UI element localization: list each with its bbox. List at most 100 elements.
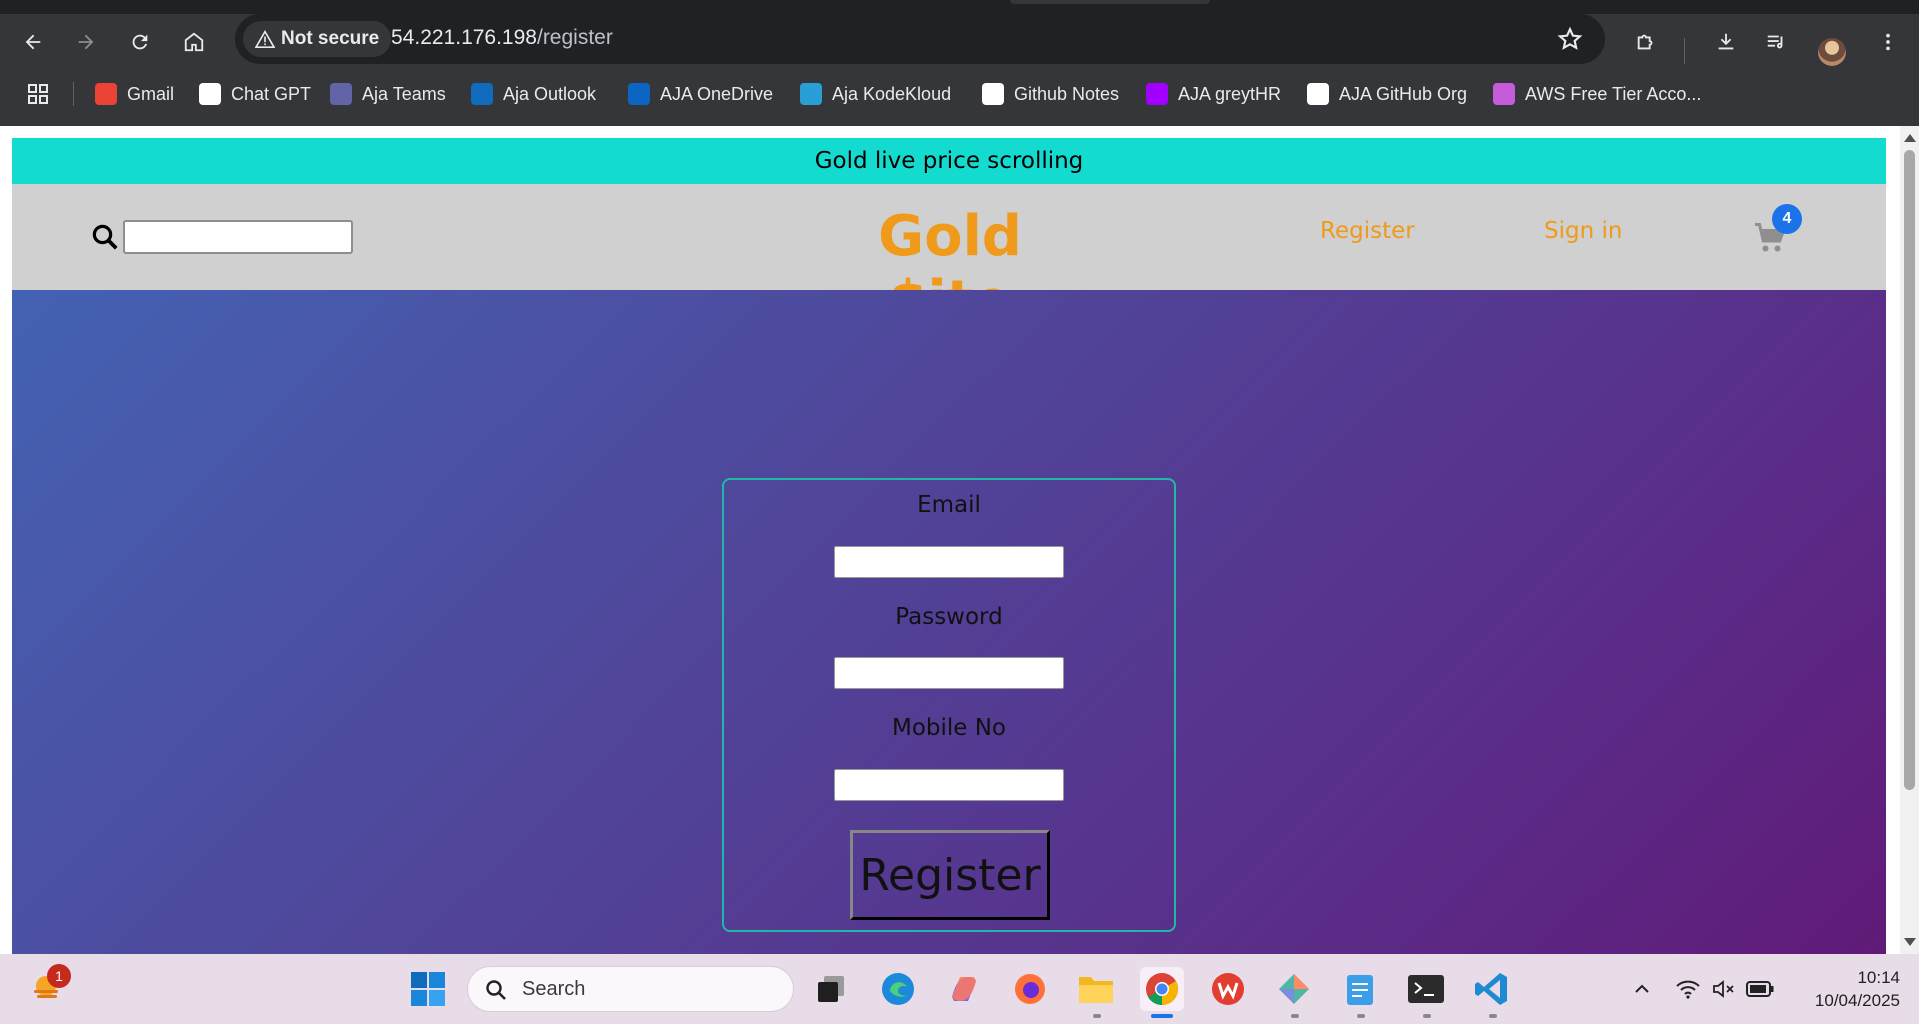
kodekloud-icon (800, 83, 822, 105)
browser-chrome: Not secure 54.221.176.198/register Gmail… (0, 0, 1919, 126)
show-hidden-icons-button[interactable] (1620, 967, 1664, 1011)
terminal-icon (1408, 975, 1444, 1003)
bookmark-item[interactable]: AJA OneDrive (628, 80, 773, 108)
bookmark-item[interactable]: Aja Outlook (471, 80, 596, 108)
page-scrollbar[interactable] (1900, 126, 1919, 954)
register-link[interactable]: Register (1320, 218, 1415, 244)
bookmark-label: Gmail (127, 83, 175, 104)
taskbar: 1 Search 10:14 10/04/2025 (0, 954, 1919, 1024)
bookmark-item[interactable]: Aja Teams (330, 80, 446, 108)
scrollbar-thumb[interactable] (1904, 150, 1915, 790)
search-icon[interactable] (90, 222, 120, 252)
web-page: Gold live price scrolling Gold $ite Regi… (0, 126, 1900, 954)
bookmark-label: AJA GitHub Org (1339, 83, 1468, 104)
bookmark-item[interactable]: Github Notes (982, 80, 1119, 108)
security-indicator[interactable]: Not secure (243, 21, 392, 57)
scroll-up-arrow-icon[interactable] (1904, 134, 1916, 142)
system-clock[interactable]: 10:14 10/04/2025 (1790, 966, 1900, 1012)
onedrive-icon (628, 83, 650, 105)
notepad-icon (1347, 975, 1373, 1005)
email-field[interactable] (834, 546, 1064, 578)
register-button[interactable]: Register (850, 830, 1050, 920)
menu-button[interactable] (1870, 24, 1906, 60)
start-button[interactable] (406, 967, 450, 1011)
search-icon (486, 980, 506, 1000)
bookmark-item[interactable]: Gmail (95, 80, 174, 108)
password-field[interactable] (834, 657, 1064, 689)
running-indicator (1489, 1014, 1497, 1018)
github-icon (1307, 83, 1329, 105)
active-tab-edge (1010, 0, 1210, 4)
clock-date: 10/04/2025 (1814, 991, 1900, 1010)
register-form: Email Password Mobile No Register (722, 478, 1176, 932)
vscode-app[interactable] (1470, 967, 1514, 1011)
mobile-label: Mobile No (891, 715, 1007, 741)
sign-in-link[interactable]: Sign in (1544, 218, 1622, 244)
email-label: Email (917, 492, 981, 518)
arrow-left-icon (25, 34, 41, 50)
bookmark-label: Aja Teams (362, 83, 446, 104)
security-label: Not secure (281, 28, 380, 49)
edge-app[interactable] (876, 967, 920, 1011)
downloads-button[interactable] (1708, 24, 1744, 60)
bookmark-label: AJA greytHR (1178, 83, 1282, 104)
bookmarks-divider (73, 82, 74, 106)
home-icon (184, 32, 204, 52)
snipping-app[interactable] (1272, 967, 1316, 1011)
url-text[interactable]: 54.221.176.198/register (391, 26, 613, 50)
firefox-app[interactable] (1008, 967, 1052, 1011)
url-path: /register (536, 26, 613, 49)
bookmark-item[interactable]: AJA greytHR (1146, 80, 1281, 108)
aws-cube-icon (1493, 83, 1515, 105)
running-indicator (1093, 1014, 1101, 1018)
extensions-button[interactable] (1628, 24, 1664, 60)
bookmark-item[interactable]: AWS Free Tier Acco... (1493, 80, 1701, 108)
bookmark-item[interactable]: AJA GitHub Org (1307, 80, 1467, 108)
teams-icon (330, 83, 352, 105)
forward-button[interactable] (68, 24, 104, 60)
battery-icon (1746, 981, 1774, 997)
mobile-field[interactable] (834, 769, 1064, 801)
wifi-icon (1676, 980, 1700, 999)
outlook-icon (471, 83, 493, 105)
file-explorer-app[interactable] (1074, 967, 1118, 1011)
copilot-app[interactable] (942, 967, 986, 1011)
address-bar[interactable]: Not secure 54.221.176.198/register (235, 14, 1605, 64)
clock-time: 10:14 (1857, 968, 1900, 987)
task-view-button[interactable] (809, 967, 853, 1011)
reload-button[interactable] (122, 24, 158, 60)
chrome-icon (1146, 973, 1179, 1006)
terminal-app[interactable] (1404, 967, 1448, 1011)
gold-price-ticker: Gold live price scrolling (12, 138, 1886, 184)
diamond-tool-icon (1279, 974, 1309, 1004)
chatgpt-icon (199, 83, 221, 105)
puzzle-icon (1637, 34, 1653, 50)
bookmarks-bar: Gmail Chat GPT Aja Teams Aja Outlook AJA One… (0, 70, 1919, 116)
bookmark-star-icon[interactable] (1557, 26, 1583, 52)
windows-logo-icon (411, 972, 445, 1006)
home-button[interactable] (176, 24, 212, 60)
cart-count-badge: 4 (1772, 204, 1802, 234)
chrome-app[interactable] (1140, 967, 1184, 1011)
battery-button[interactable] (1738, 967, 1782, 1011)
taskbar-search[interactable]: Search (467, 966, 794, 1012)
wps-office-app[interactable] (1206, 967, 1250, 1011)
media-control-button[interactable] (1758, 24, 1794, 60)
back-button[interactable] (15, 24, 51, 60)
profile-avatar[interactable] (1818, 38, 1846, 66)
chevron-up-icon (1635, 984, 1649, 993)
bookmark-label: Aja KodeKloud (832, 83, 952, 104)
scroll-down-arrow-icon[interactable] (1904, 938, 1916, 946)
playlist-icon (1767, 35, 1783, 49)
bookmark-label: Github Notes (1014, 83, 1120, 104)
bookmark-item[interactable]: Aja KodeKloud (800, 80, 951, 108)
bookmark-label: Aja Outlook (503, 83, 597, 104)
wps-icon (1212, 973, 1244, 1005)
bookmark-item[interactable]: Chat GPT (199, 80, 311, 108)
apps-grid-icon[interactable] (26, 82, 50, 106)
volume-muted-icon (1713, 980, 1734, 998)
site-search-input[interactable] (123, 220, 353, 254)
tab-strip (0, 0, 1919, 14)
notepad-app[interactable] (1338, 967, 1382, 1011)
running-indicator (1291, 1014, 1299, 1018)
